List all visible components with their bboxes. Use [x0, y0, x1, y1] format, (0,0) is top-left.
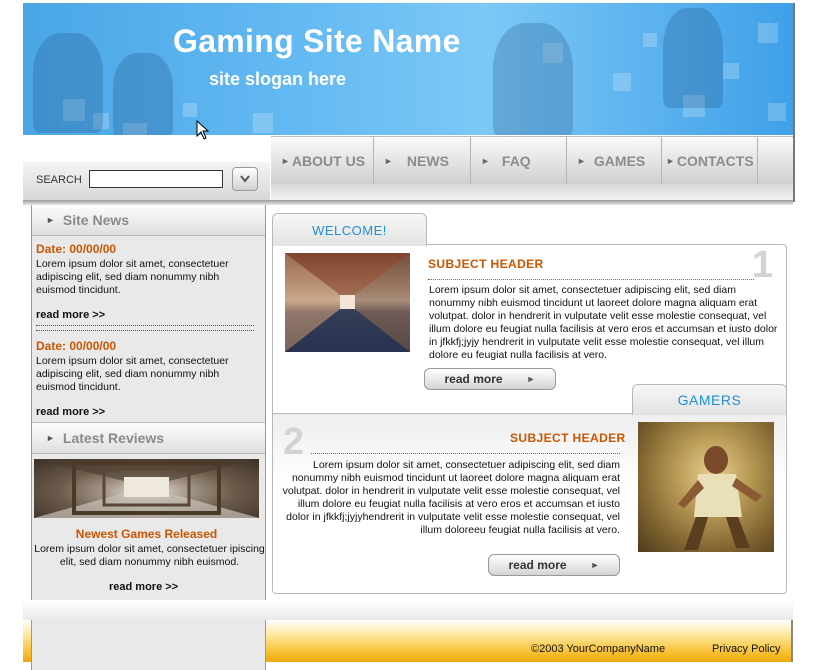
- header-banner: Gaming Site Name site slogan here: [23, 3, 793, 135]
- nav-item-contacts[interactable]: ► CONTACTS: [662, 137, 758, 185]
- sidebar-bottom: [31, 620, 266, 670]
- chevron-right-icon: ►: [577, 156, 586, 166]
- article-1-number: 1: [752, 244, 774, 286]
- footer-shadow: [23, 600, 793, 620]
- runner-image: [638, 422, 774, 552]
- chevron-right-icon: ►: [46, 215, 55, 225]
- site-news-header: ► Site News: [32, 205, 265, 236]
- news-divider: [36, 330, 254, 331]
- review-text: Lorem ipsum dolor sit amet, consectetuer…: [34, 543, 265, 568]
- article-1-read-more-button[interactable]: read more ►: [424, 368, 556, 390]
- tab-welcome[interactable]: WELCOME!: [272, 213, 427, 246]
- news-date: Date: 00/00/00: [36, 242, 117, 256]
- nav-item-games[interactable]: ► GAMES: [567, 137, 662, 185]
- chevron-right-icon: ►: [590, 560, 600, 570]
- main-nav: ► ABOUT US ► NEWS ► FAQ ► GAMES ► CONTACTS: [271, 136, 793, 185]
- search-bar: SEARCH: [23, 162, 270, 200]
- soldier-silhouette-far-right: [663, 8, 723, 108]
- nav-item-label: NEWS: [406, 153, 449, 169]
- nav-shadow: [271, 184, 793, 200]
- search-input[interactable]: [89, 170, 223, 188]
- news-read-more-link[interactable]: read more >>: [36, 309, 105, 321]
- search-go-button[interactable]: [232, 167, 258, 191]
- news-read-more-link[interactable]: read more >>: [36, 406, 105, 418]
- soldier-silhouette-center: [113, 53, 173, 135]
- review-tunnel-image: [34, 459, 259, 518]
- review-read-more-link[interactable]: read more >>: [109, 581, 178, 593]
- page: Gaming Site Name site slogan here SEARCH…: [0, 0, 816, 670]
- article-2-number: 2: [283, 421, 305, 463]
- soldier-silhouette-left: [33, 33, 103, 133]
- nav-item-label: ABOUT US: [291, 153, 366, 169]
- news-divider: [36, 325, 254, 326]
- article-1-underline: [428, 279, 754, 280]
- privacy-policy-link[interactable]: Privacy Policy: [712, 643, 780, 655]
- button-label: read more: [508, 558, 567, 572]
- site-title: Gaming Site Name: [173, 23, 461, 59]
- site-slogan: site slogan here: [209, 69, 347, 89]
- chevron-right-icon: ►: [384, 156, 393, 166]
- article-1-text: Lorem ipsum dolor sit amet, consectetuer…: [429, 284, 778, 361]
- site-news-title: Site News: [62, 212, 130, 228]
- news-text: Lorem ipsum dolor sit amet, consectetuer…: [36, 355, 229, 393]
- article-2-text: Lorem ipsum dolor sit amet, consectetuer…: [282, 459, 620, 536]
- article-1-subject: SUBJECT HEADER: [428, 257, 544, 271]
- nav-item-label: CONTACTS: [676, 153, 754, 169]
- nav-item-about-us[interactable]: ► ABOUT US: [271, 137, 374, 185]
- button-label: read more: [444, 372, 503, 386]
- nav-item-label: GAMES: [593, 153, 646, 169]
- review-title: Newest Games Released: [75, 527, 218, 541]
- search-label: SEARCH: [36, 174, 82, 186]
- corridor-image: [285, 253, 410, 352]
- news-date: Date: 00/00/00: [36, 339, 117, 353]
- chevron-right-icon: ►: [481, 156, 490, 166]
- chevron-right-icon: ►: [666, 156, 675, 166]
- footer-copyright: ©2003 YourCompanyName: [531, 643, 666, 655]
- nav-item-label: FAQ: [501, 153, 531, 169]
- soldier-silhouette-right: [493, 23, 573, 135]
- article-2-subject: SUBJECT HEADER: [510, 431, 626, 445]
- news-text: Lorem ipsum dolor sit amet, consectetuer…: [36, 258, 229, 296]
- header-right-border: [793, 3, 795, 202]
- latest-reviews-title: Latest Reviews: [62, 430, 165, 446]
- nav-item-news[interactable]: ► NEWS: [374, 137, 471, 185]
- chevron-right-icon: ►: [281, 156, 290, 166]
- chevron-down-icon: [240, 175, 250, 183]
- nav-item-faq[interactable]: ► FAQ: [471, 137, 567, 185]
- article-2-underline: [311, 453, 620, 454]
- latest-reviews-header: ► Latest Reviews: [32, 422, 265, 454]
- mouse-cursor-icon: [196, 120, 210, 140]
- chevron-right-icon: ►: [526, 374, 536, 384]
- tab-gamers[interactable]: GAMERS: [632, 384, 787, 415]
- chevron-right-icon: ►: [46, 433, 55, 443]
- article-2-read-more-button[interactable]: read more ►: [488, 554, 620, 576]
